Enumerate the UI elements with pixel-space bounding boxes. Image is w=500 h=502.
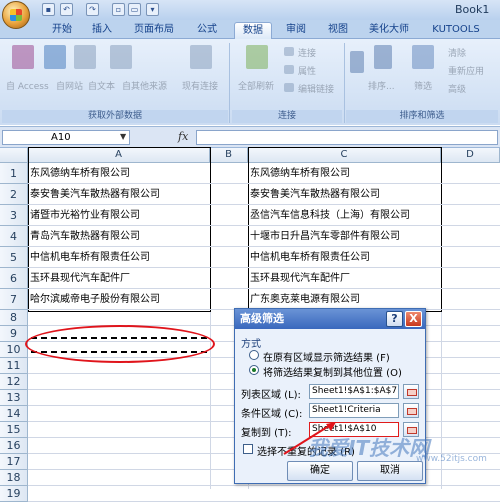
connections-button[interactable]: 连接 (298, 46, 316, 59)
undo-icon[interactable]: ↶ (60, 3, 73, 16)
watermark-url: www.52itjs.com (416, 454, 487, 464)
unique-records-checkbox[interactable] (243, 444, 253, 454)
row-header[interactable]: 8 (0, 310, 28, 326)
properties-button[interactable]: 属性 (298, 64, 316, 77)
tab-review[interactable]: 审阅 (278, 22, 314, 39)
office-logo-icon (10, 9, 22, 21)
filter-icon (412, 45, 434, 69)
insert-function-icon[interactable]: fx (178, 130, 188, 143)
row-header[interactable]: 15 (0, 422, 28, 438)
connections-icon (284, 47, 294, 56)
tab-kutools[interactable]: KUTOOLS (428, 22, 484, 39)
close-button[interactable]: X (405, 311, 422, 327)
highlight-ellipse (25, 325, 215, 363)
row-header[interactable]: 1 (0, 163, 28, 184)
column-header-b[interactable]: B (210, 148, 248, 163)
edit-links-icon (284, 83, 294, 92)
row-header[interactable]: 14 (0, 406, 28, 422)
row-header[interactable]: 16 (0, 438, 28, 454)
row-header[interactable]: 10 (0, 342, 28, 358)
open-file-icon[interactable]: ▭ (128, 3, 141, 16)
method-label: 方式 (241, 339, 261, 350)
sort-icon (374, 45, 392, 69)
row-header[interactable]: 13 (0, 390, 28, 406)
group-label-external-data: 获取外部数据 (2, 110, 228, 123)
refresh-all-button[interactable]: 全部刷新 (238, 79, 274, 92)
radio-filter-in-place[interactable] (249, 350, 259, 360)
row-header[interactable]: 11 (0, 358, 28, 374)
option-copy-to-location[interactable]: 将筛选结果复制到其他位置 (O) (263, 364, 402, 379)
quick-access-menu-icon[interactable]: ▾ (146, 3, 159, 16)
existing-connections-icon (190, 45, 212, 69)
text-file-icon (74, 45, 96, 69)
list-range-label: 列表区域 (L): (241, 390, 301, 401)
tab-home[interactable]: 开始 (42, 22, 82, 39)
row-header[interactable]: 18 (0, 470, 28, 486)
other-sources-icon (110, 45, 132, 69)
row-header[interactable]: 9 (0, 326, 28, 342)
select-all-corner[interactable] (0, 148, 28, 163)
row-header[interactable]: 6 (0, 268, 28, 289)
tab-view[interactable]: 视图 (320, 22, 356, 39)
collapse-dialog-icon[interactable] (403, 384, 419, 399)
from-text-button[interactable]: 自文本 (88, 79, 115, 92)
help-button[interactable]: ? (386, 311, 403, 327)
sort-button[interactable]: 排序... (368, 79, 395, 92)
group-label-sort-filter: 排序和筛选 (346, 110, 498, 123)
name-box-dropdown-icon[interactable]: ▼ (120, 132, 126, 141)
group-separator (229, 43, 230, 123)
save-icon[interactable]: ▪ (42, 3, 55, 16)
new-file-icon[interactable]: ▫ (112, 3, 125, 16)
row-header[interactable]: 7 (0, 289, 28, 310)
ok-button[interactable]: 确定 (287, 461, 353, 481)
cancel-button[interactable]: 取消 (357, 461, 423, 481)
edit-links-button[interactable]: 编辑链接 (298, 82, 334, 95)
criteria-range-field[interactable]: Sheet1!Criteria (309, 403, 399, 418)
formula-bar: A10 ▼ fx (0, 126, 500, 148)
refresh-all-icon (246, 45, 268, 69)
window-title: Book1 (455, 3, 490, 16)
formula-input[interactable] (196, 130, 498, 145)
from-access-button[interactable]: 自 Access (6, 79, 49, 92)
reapply-button[interactable]: 重新应用 (448, 64, 484, 77)
tab-formulas[interactable]: 公式 (188, 22, 226, 39)
clear-button[interactable]: 清除 (448, 46, 466, 59)
list-range-field[interactable]: Sheet1!$A$1:$A$7 (309, 384, 399, 399)
web-icon (44, 45, 66, 69)
ribbon-tabs: 开始 插入 页面布局 公式 数据 审阅 视图 美化大师 KUTOOLS (0, 20, 500, 39)
watermark-logo: 我爱IT技术网 (308, 436, 430, 460)
properties-icon (284, 65, 294, 74)
row-header[interactable]: 19 (0, 486, 28, 502)
access-icon (12, 45, 34, 69)
tab-data[interactable]: 数据 (234, 22, 272, 39)
row-header[interactable]: 5 (0, 247, 28, 268)
column-header-d[interactable]: D (441, 148, 500, 163)
tab-beautify[interactable]: 美化大师 (362, 22, 416, 39)
ribbon-data: 自 Access 自网站 自文本 自其他来源 现有连接 获取外部数据 全部刷新 … (0, 39, 500, 125)
option-filter-in-place[interactable]: 在原有区域显示筛选结果 (F) (263, 349, 390, 364)
collapse-dialog-icon[interactable] (403, 403, 419, 418)
name-box[interactable]: A10 (2, 130, 130, 145)
title-bar: ▪ ↶ ↷ ▫ ▭ ▾ Book1 (0, 0, 500, 29)
from-web-button[interactable]: 自网站 (56, 79, 83, 92)
office-button[interactable] (2, 1, 30, 29)
row-header[interactable]: 4 (0, 226, 28, 247)
group-label-connections: 连接 (232, 110, 342, 123)
redo-icon[interactable]: ↷ (86, 3, 99, 16)
row-header[interactable]: 2 (0, 184, 28, 205)
advanced-filter-button[interactable]: 高级 (448, 82, 466, 95)
sort-az-icon (350, 51, 364, 73)
row-header[interactable]: 3 (0, 205, 28, 226)
radio-copy-to-location[interactable] (249, 365, 259, 375)
group-separator (344, 43, 345, 123)
filter-button[interactable]: 筛选 (414, 79, 432, 92)
existing-connections-button[interactable]: 现有连接 (182, 79, 218, 92)
row-header[interactable]: 12 (0, 374, 28, 390)
tab-page-layout[interactable]: 页面布局 (124, 22, 184, 39)
tab-insert[interactable]: 插入 (84, 22, 120, 39)
row-header[interactable]: 17 (0, 454, 28, 470)
from-other-sources-button[interactable]: 自其他来源 (122, 79, 167, 92)
